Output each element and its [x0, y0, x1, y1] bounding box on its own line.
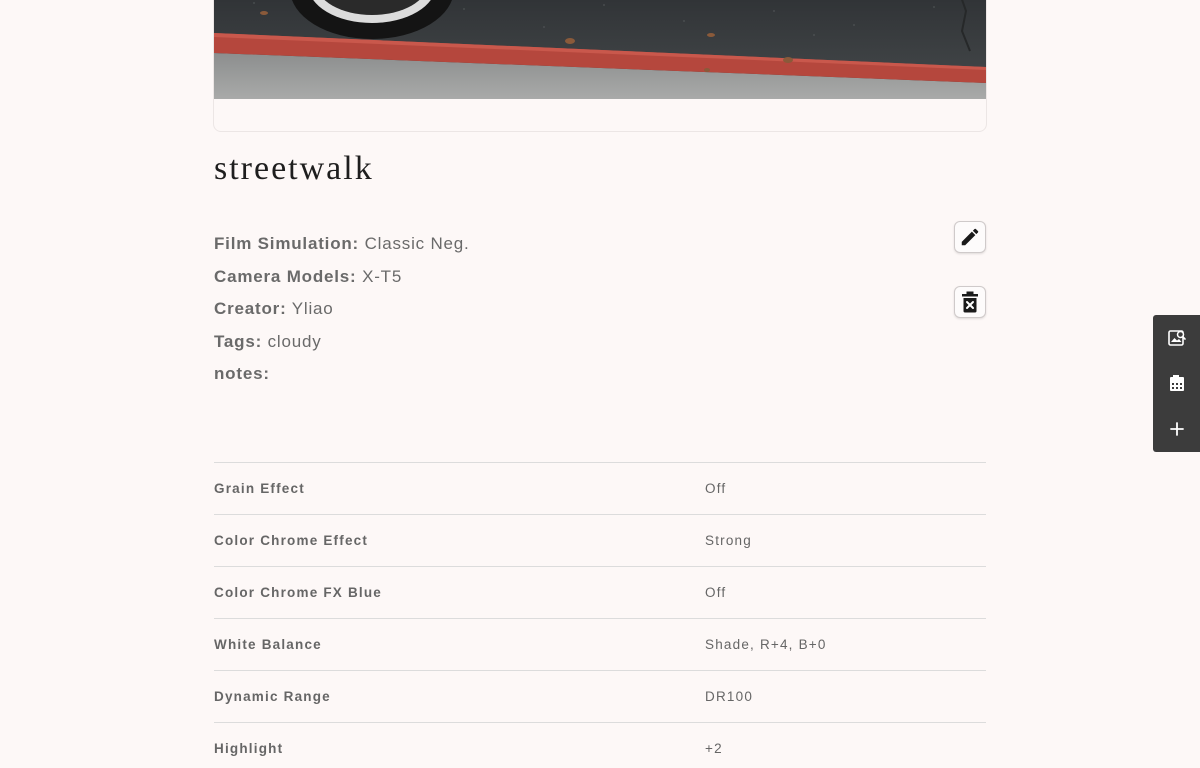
table-row: Color Chrome FX Blue Off	[214, 566, 986, 618]
recipe-metadata: Film Simulation: Classic Neg. Camera Mod…	[214, 230, 470, 393]
recipe-photo	[214, 0, 986, 99]
image-search-button[interactable]	[1162, 323, 1192, 353]
meta-label: Camera Models:	[214, 266, 357, 286]
table-row: Highlight +2	[214, 722, 986, 768]
meta-label: Tags:	[214, 331, 263, 351]
edit-button[interactable]	[954, 221, 986, 253]
meta-label: Film Simulation:	[214, 234, 360, 253]
table-row: Color Chrome Effect Strong	[214, 514, 986, 566]
add-button[interactable]	[1162, 414, 1192, 444]
setting-value: +2	[705, 741, 723, 756]
meta-value: Classic Neg.	[364, 234, 470, 253]
setting-value: Strong	[705, 533, 752, 548]
meta-value: X-T5	[362, 266, 403, 286]
recipe-settings-table: Grain Effect Off Color Chrome Effect Str…	[214, 462, 986, 768]
recipe-detail-page: streetwalk Film Simulation: Classic Neg.…	[0, 0, 1200, 768]
setting-value: Off	[705, 585, 727, 600]
meta-notes: notes:	[214, 360, 470, 393]
film-icon	[1169, 375, 1184, 392]
plus-icon	[1169, 422, 1184, 437]
meta-value: cloudy	[267, 331, 322, 351]
meta-value: Yliao	[291, 299, 334, 318]
setting-name: Color Chrome FX Blue	[214, 585, 383, 600]
pencil-icon	[961, 228, 979, 246]
side-toolbar	[1153, 315, 1200, 452]
table-row: Grain Effect Off	[214, 462, 986, 514]
film-button[interactable]	[1162, 368, 1192, 398]
image-search-icon	[1167, 330, 1186, 346]
meta-label: notes:	[214, 364, 270, 383]
setting-name: Color Chrome Effect	[214, 533, 369, 548]
meta-label: Creator:	[214, 299, 287, 318]
setting-name: Highlight	[214, 741, 284, 756]
meta-creator: Creator: Yliao	[214, 295, 470, 328]
setting-name: Dynamic Range	[214, 689, 331, 704]
delete-button[interactable]	[954, 286, 986, 318]
setting-value: Shade, R+4, B+0	[705, 637, 827, 652]
table-row: White Balance Shade, R+4, B+0	[214, 618, 986, 670]
setting-value: Off	[705, 481, 727, 496]
setting-value: DR100	[705, 689, 754, 704]
table-row: Dynamic Range DR100	[214, 670, 986, 722]
meta-film-simulation: Film Simulation: Classic Neg.	[214, 230, 470, 263]
setting-name: White Balance	[214, 637, 322, 652]
meta-tags: Tags: cloudy	[214, 328, 470, 361]
recipe-title: streetwalk	[214, 150, 374, 187]
meta-camera-models: Camera Models: X-T5	[214, 263, 470, 296]
trash-x-icon	[962, 291, 978, 313]
setting-name: Grain Effect	[214, 481, 305, 496]
recipe-photo-card	[213, 0, 987, 132]
